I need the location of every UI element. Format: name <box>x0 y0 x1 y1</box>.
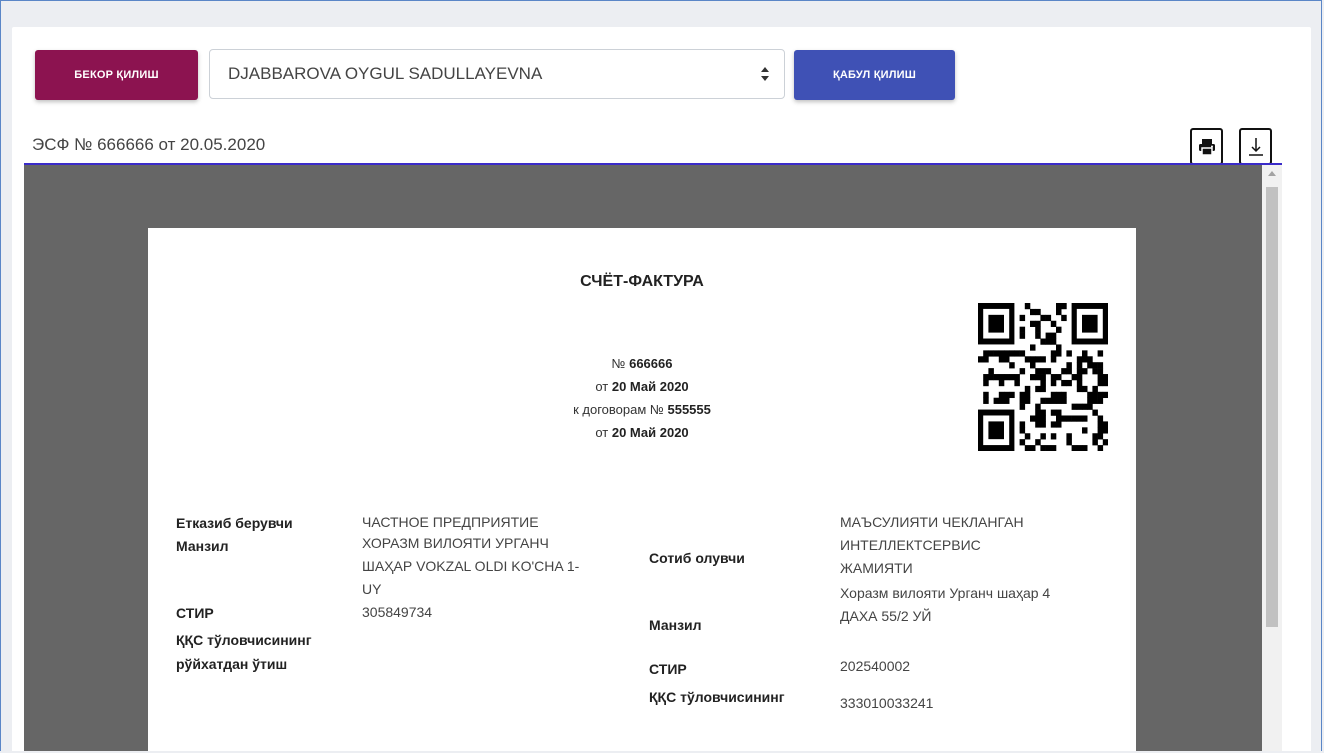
buyer-tin-label: СТИР <box>649 661 687 677</box>
invoice-page: СЧЁТ-ФАКТУРА № 666666 от 20 Май 2020 к д… <box>148 228 1136 751</box>
seller-vat-label-line2: рўйхатдан ўтиш <box>176 656 288 672</box>
seller-address-line2: ШАҲАР VOKZAL OLDI KO'CHA 1- <box>362 558 580 574</box>
seller-vat-label-line1: ҚҚС тўловчисининг <box>176 632 312 648</box>
scroll-up-arrow-icon[interactable] <box>1268 171 1276 176</box>
buyer-vat-value: 333010033241 <box>840 695 934 711</box>
buyer-address-label: Манзил <box>649 617 702 633</box>
contract-date-prefix: от <box>595 425 609 440</box>
buyer-label: Сотиб олувчи <box>649 550 745 566</box>
invoice-heading: СЧЁТ-ФАКТУРА <box>580 273 704 290</box>
app-frame: БЕКОР ҚИЛИШ DJABBAROVA OYGUL SADULLAYEVN… <box>0 0 1322 751</box>
seller-tin-label: СТИР <box>176 605 214 621</box>
buyer-name-line2: ИНТЕЛЛЕКТСЕРВИС <box>840 537 981 553</box>
buyer-vat-label-line1: ҚҚС тўловчисининг <box>649 689 785 705</box>
seller-name: ЧАСТНОЕ ПРЕДПРИЯТИЕ <box>362 514 539 530</box>
contract-number: 555555 <box>667 402 711 417</box>
buyer-address-line2: ДАХА 55/2 УЙ <box>840 608 932 624</box>
cancel-button[interactable]: БЕКОР ҚИЛИШ <box>35 50 198 100</box>
buyer-name-line1: МАЪСУЛИЯТИ ЧЕКЛАНГАН <box>840 514 1024 530</box>
download-icon <box>1248 137 1263 156</box>
seller-label: Етказиб берувчи <box>176 515 293 531</box>
seller-address-label: Манзил <box>176 538 229 554</box>
scrollbar-thumb[interactable] <box>1266 187 1278 627</box>
buyer-name-line3: ЖАМИЯТИ <box>840 560 913 576</box>
buyer-address-line1: Хоразм вилояти Урганч шаҳар 4 <box>840 585 1051 601</box>
contract-prefix: к договорам № <box>573 402 664 417</box>
date-prefix: от <box>595 379 609 394</box>
qr-code-icon <box>978 303 1108 451</box>
print-button[interactable] <box>1190 128 1223 165</box>
signer-select[interactable]: DJABBAROVA OYGUL SADULLAYEVNA <box>209 49 785 99</box>
signer-select-value: DJABBAROVA OYGUL SADULLAYEVNA <box>228 64 543 83</box>
seller-address-line3: UY <box>362 581 382 597</box>
print-icon <box>1198 138 1215 156</box>
pdf-viewer[interactable]: СЧЁТ-ФАКТУРА № 666666 от 20 Май 2020 к д… <box>24 165 1282 751</box>
seller-address-line1: ХОРАЗМ ВИЛОЯТИ УРГАНЧ <box>362 535 549 551</box>
download-button[interactable] <box>1239 128 1272 165</box>
buyer-tin-value: 202540002 <box>840 658 911 674</box>
invoice-number: 666666 <box>629 356 673 371</box>
seller-tin-value: 305849734 <box>362 604 433 620</box>
contract-date: 20 Май 2020 <box>611 425 689 440</box>
chevron-updown-icon <box>761 67 769 81</box>
document-title: ЭСФ № 666666 от 20.05.2020 <box>32 135 266 154</box>
accept-button[interactable]: ҚАБУЛ ҚИЛИШ <box>794 50 955 100</box>
viewer-scrollbar[interactable] <box>1262 165 1282 751</box>
invoice-date: 20 Май 2020 <box>611 379 689 394</box>
number-prefix: № <box>611 356 626 371</box>
